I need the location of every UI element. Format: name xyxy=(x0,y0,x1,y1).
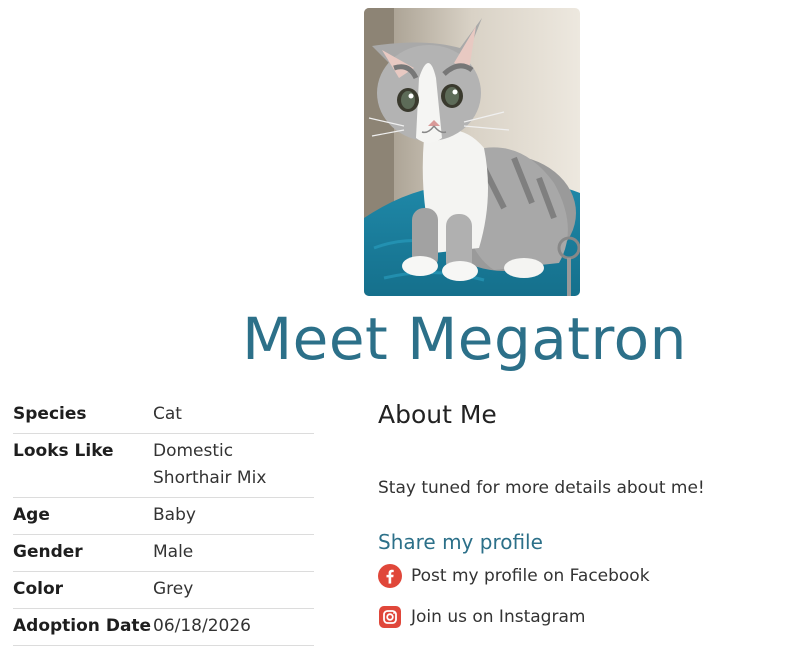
detail-row-gender: Gender Male xyxy=(13,534,314,572)
instagram-link[interactable]: Join us on Instagram xyxy=(378,605,758,629)
page-title: Meet Megatron xyxy=(242,305,687,373)
detail-label: Color xyxy=(13,571,153,609)
facebook-icon xyxy=(378,564,402,588)
detail-row-age: Age Baby xyxy=(13,497,314,535)
detail-value: 06/18/2026 xyxy=(153,608,314,646)
detail-label: Species xyxy=(13,397,153,434)
detail-row-adoption-date: Adoption Date 06/18/2026 xyxy=(13,608,314,646)
detail-value: Grey xyxy=(153,571,314,609)
facebook-share-link[interactable]: Post my profile on Facebook xyxy=(378,564,758,588)
detail-row-looks-like: Looks Like Domestic Shorthair Mix xyxy=(13,433,314,498)
instagram-label: Join us on Instagram xyxy=(411,607,586,627)
detail-row-species: Species Cat xyxy=(13,397,314,434)
detail-label: Looks Like xyxy=(13,433,153,498)
pet-photo xyxy=(364,8,580,296)
detail-row-color: Color Grey xyxy=(13,571,314,609)
detail-label: Gender xyxy=(13,534,153,572)
pet-details-table: Species Cat Looks Like Domestic Shorthai… xyxy=(13,397,314,646)
about-description: Stay tuned for more details about me! xyxy=(378,478,705,498)
detail-value: Baby xyxy=(153,497,314,535)
facebook-share-label: Post my profile on Facebook xyxy=(411,566,650,586)
about-section: About Me Stay tuned for more details abo… xyxy=(378,396,758,646)
about-heading: About Me xyxy=(378,400,497,429)
cat-photo-illustration xyxy=(364,8,580,296)
detail-label: Age xyxy=(13,497,153,535)
detail-value: Male xyxy=(153,534,314,572)
detail-value: Cat xyxy=(153,397,314,434)
instagram-icon xyxy=(378,605,402,629)
share-heading: Share my profile xyxy=(378,530,543,554)
detail-label: Adoption Date xyxy=(13,608,153,646)
detail-value: Domestic Shorthair Mix xyxy=(153,433,314,498)
